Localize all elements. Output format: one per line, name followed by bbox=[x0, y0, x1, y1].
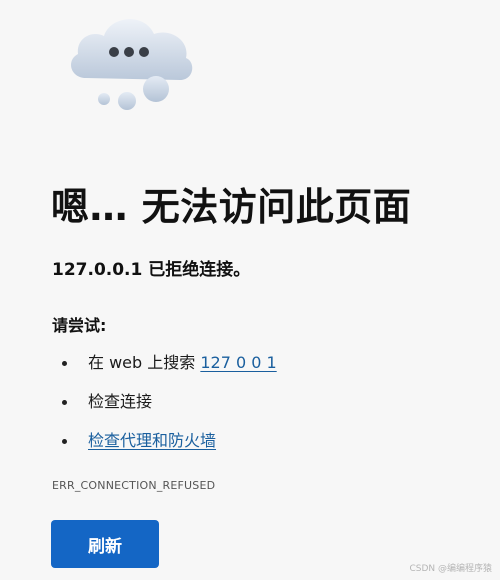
bullet-icon bbox=[62, 400, 67, 405]
suggestion-check-connection-text: 检查连接 bbox=[88, 392, 153, 411]
error-page: 嗯… 无法访问此页面 127.0.0.1 已拒绝连接。 请尝试: 在 web 上… bbox=[0, 0, 500, 580]
bullet-icon bbox=[62, 361, 67, 366]
search-link[interactable]: 127 0 0 1 bbox=[200, 353, 276, 372]
suggestion-search: 在 web 上搜索 127 0 0 1 bbox=[62, 350, 277, 389]
try-heading: 请尝试: bbox=[52, 316, 107, 335]
error-code: ERR_CONNECTION_REFUSED bbox=[52, 479, 216, 492]
refresh-button[interactable]: 刷新 bbox=[51, 520, 159, 568]
error-message: 127.0.0.1 已拒绝连接。 bbox=[52, 260, 251, 280]
check-proxy-link[interactable]: 检查代理和防火墙 bbox=[88, 431, 216, 450]
suggestion-check-connection: 检查连接 bbox=[62, 389, 277, 428]
watermark: CSDN @编编程序猿 bbox=[409, 564, 492, 574]
cloud-error-icon bbox=[71, 19, 193, 110]
suggestion-search-text: 在 web 上搜索 bbox=[88, 353, 201, 372]
bullet-icon bbox=[62, 439, 67, 444]
page-title: 嗯… 无法访问此页面 bbox=[51, 185, 412, 229]
suggestion-list: 在 web 上搜索 127 0 0 1 检查连接 检查代理和防火墙 bbox=[62, 350, 277, 467]
suggestion-check-proxy: 检查代理和防火墙 bbox=[62, 428, 277, 467]
